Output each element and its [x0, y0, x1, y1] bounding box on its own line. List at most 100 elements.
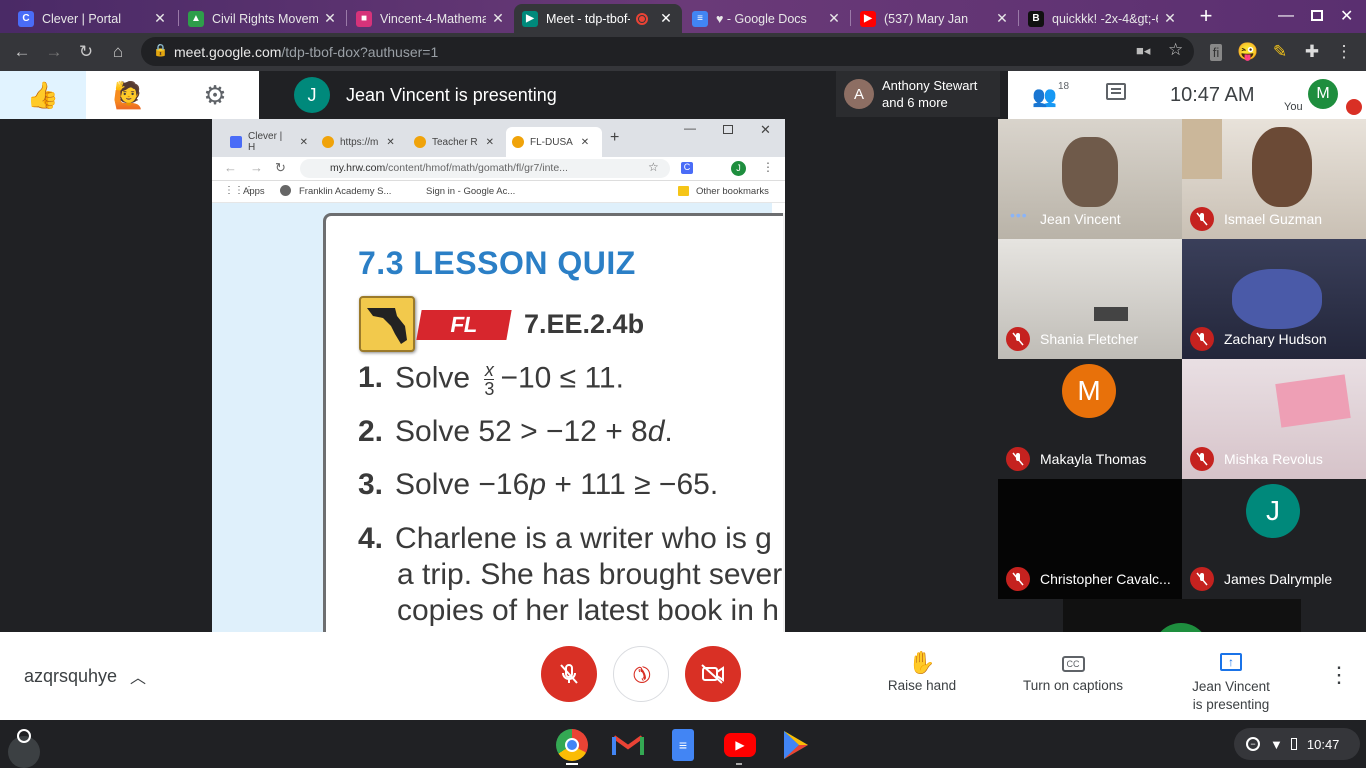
extensions-puzzle-icon[interactable]: ✚ — [1299, 39, 1325, 65]
meeting-code[interactable]: azqrsquhye — [24, 666, 117, 687]
chevron-up-icon[interactable]: ︿ — [130, 664, 146, 688]
play-store-app-icon[interactable] — [780, 729, 812, 761]
os-shelf: ≡ ▶ − ▼ 10:47 — [0, 720, 1366, 768]
close-icon: ✕ — [760, 122, 771, 137]
menu-dots-icon[interactable]: ⋮ — [1331, 39, 1357, 65]
camera-toggle-button[interactable] — [685, 646, 741, 702]
chat-icon[interactable] — [1106, 83, 1126, 100]
back-icon[interactable]: ← — [9, 39, 35, 65]
youtube-app-icon[interactable]: ▶ — [724, 733, 756, 757]
star-icon[interactable]: ☆ — [1168, 40, 1183, 60]
other-presenters[interactable]: A Anthony Stewart and 6 more — [836, 71, 1000, 117]
forward-icon[interactable]: → — [41, 39, 67, 65]
mic-off-icon — [1006, 327, 1030, 351]
docs-icon: ≡ — [692, 10, 708, 27]
avatar: J — [1246, 484, 1300, 538]
people-icon[interactable]: 👥 — [1032, 84, 1057, 109]
participant-tile[interactable]: Ismael Guzman — [1182, 119, 1366, 239]
window-close-icon[interactable]: ✕ — [1340, 6, 1353, 26]
tab-meet[interactable]: ▶ Meet - tdp-tbof- ✕ — [514, 4, 682, 33]
lock-icon: 🔒 — [153, 43, 168, 57]
mic-off-icon — [560, 664, 578, 684]
new-tab-icon[interactable]: + — [1194, 5, 1218, 29]
more-options-icon[interactable]: ⋮ — [1328, 662, 1350, 688]
present-now-button[interactable]: ↑ Jean Vincent is presenting — [1180, 646, 1282, 714]
minimize-icon: — — [684, 121, 696, 135]
participant-tile[interactable]: Shania Fletcher — [998, 239, 1182, 359]
tab-title: Vincent-4-Mathema — [380, 11, 486, 26]
tab-youtube[interactable]: ▶ (537) Mary Jan ✕ — [852, 4, 1018, 33]
mic-off-icon — [1190, 207, 1214, 231]
mic-toggle-button[interactable] — [541, 646, 597, 702]
chrome-app-icon[interactable] — [556, 729, 588, 761]
gear-icon[interactable]: ⚙ — [172, 71, 258, 119]
close-icon[interactable]: ✕ — [994, 10, 1010, 27]
forward-icon: → — [250, 160, 263, 175]
participant-tile[interactable]: Christopher Cavalc... — [998, 479, 1182, 599]
gmail-app-icon[interactable] — [612, 729, 644, 761]
emoji-extension-icon[interactable]: 😜 — [1235, 39, 1261, 65]
status-tray[interactable]: − ▼ 10:47 — [1234, 728, 1360, 760]
leave-call-button[interactable]: ✆ — [613, 646, 669, 702]
raise-hand-emoji-icon[interactable]: 🙋 — [86, 71, 172, 119]
florida-map-icon — [359, 296, 415, 352]
bookmark: Franklin Academy S... — [299, 186, 392, 197]
close-icon[interactable]: ✕ — [658, 10, 674, 27]
speaking-icon: ••• — [1010, 207, 1028, 223]
participant-name: Mishka Revolus — [1224, 451, 1323, 467]
star-icon: ☆ — [648, 160, 659, 174]
participant-tile[interactable]: J James Dalrymple — [1182, 479, 1366, 599]
clock-time: 10:47 AM — [1170, 84, 1255, 106]
tab-vincent-math[interactable]: ■ Vincent-4-Mathema ✕ — [348, 4, 514, 33]
close-icon[interactable]: ✕ — [1162, 10, 1178, 27]
participant-tile[interactable]: ••• Jean Vincent — [998, 119, 1182, 239]
close-icon[interactable]: ✕ — [490, 10, 506, 27]
launcher-button[interactable] — [8, 729, 40, 768]
url-text: meet.google.com/tdp-tbof-dox?authuser=1 — [174, 44, 439, 60]
recording-icon — [636, 12, 648, 25]
present-icon: ↑ — [1220, 653, 1242, 671]
shared-url: my.hrw.com/content/hmof/math/gomath/fl/g… — [300, 159, 670, 178]
docs-app-icon[interactable]: ≡ — [672, 729, 694, 761]
maximize-icon — [723, 125, 733, 134]
clever-icon: C — [681, 162, 693, 174]
hang-up-icon: ✆ — [625, 658, 657, 690]
restore-icon[interactable] — [1311, 10, 1323, 21]
home-icon[interactable]: ⌂ — [105, 39, 131, 65]
participant-tile[interactable]: Zachary Hudson — [1182, 239, 1366, 359]
participant-name: Zachary Hudson — [1224, 331, 1327, 347]
browser-tab-strip: C Clever | Portal ✕ ▲ Civil Rights Movem… — [0, 0, 1366, 33]
folder-icon — [678, 186, 689, 196]
clever-icon: C — [18, 10, 34, 27]
question-2: 2. Solve 52 > −12 + 8d. — [358, 415, 673, 448]
tab-quizlet[interactable]: B quickkk! -2x-4&gt;-6 ✕ — [1020, 4, 1186, 33]
close-icon[interactable]: ✕ — [322, 10, 338, 27]
meet-control-bar: azqrsquhye ︿ ✆ ✋ Raise hand CC Turn on c… — [0, 632, 1366, 720]
minimize-icon[interactable]: — — [1278, 7, 1294, 25]
reload-icon: ↻ — [275, 160, 286, 175]
tab-title: ♥ - Google Docs — [716, 11, 807, 26]
tab-google-docs[interactable]: ≡ ♥ - Google Docs ✕ — [684, 4, 850, 33]
thumbs-up-icon[interactable]: 👍 — [0, 71, 86, 119]
menu-dots-icon: ⋮ — [762, 160, 774, 174]
tab-clever[interactable]: C Clever | Portal ✕ — [10, 4, 176, 33]
captions-button[interactable]: CC Turn on captions — [1015, 650, 1131, 693]
wifi-icon: ▼ — [1270, 736, 1283, 752]
close-icon[interactable]: ✕ — [152, 10, 168, 27]
pencil-extension-icon[interactable]: ✎ — [1267, 39, 1293, 65]
participant-tile[interactable]: Mishka Revolus — [1182, 359, 1366, 479]
shared-tab-strip: Clever | H ✕ https://m ✕ Teacher R ✕ FL-DUS… — [212, 119, 785, 157]
participant-tile[interactable]: M Makayla Thomas — [998, 359, 1182, 479]
mic-off-icon — [1006, 447, 1030, 471]
camera-icon[interactable]: ■◂ — [1136, 43, 1150, 59]
raise-hand-button[interactable]: ✋ Raise hand — [882, 650, 962, 693]
close-icon[interactable]: ✕ — [826, 10, 842, 27]
globe-icon — [280, 185, 291, 196]
tab-civil-rights[interactable]: ▲ Civil Rights Movem ✕ — [180, 4, 346, 33]
others-more: and 6 more — [882, 95, 948, 110]
address-bar[interactable]: 🔒 meet.google.com/tdp-tbof-dox?authuser=… — [141, 37, 1194, 66]
extension-icon[interactable]: fi — [1203, 39, 1229, 65]
participant-name: James Dalrymple — [1224, 571, 1333, 587]
reload-icon[interactable]: ↻ — [73, 39, 99, 65]
browser-toolbar: ← → ↻ ⌂ 🔒 meet.google.com/tdp-tbof-dox?a… — [0, 33, 1366, 71]
